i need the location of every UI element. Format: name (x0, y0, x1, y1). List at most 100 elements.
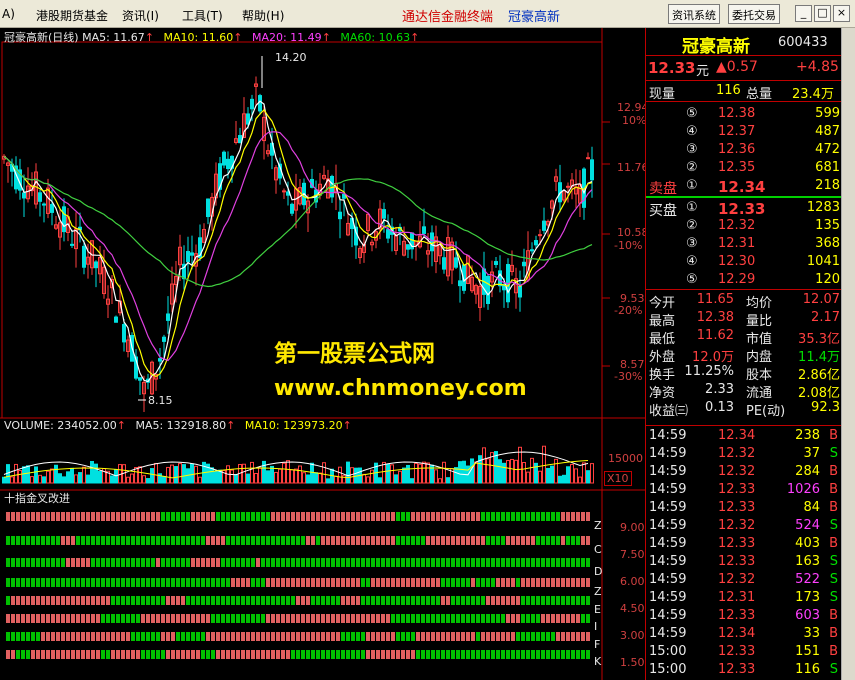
indicator-cell (416, 596, 420, 605)
volume-bar (14, 463, 18, 484)
indicator-cell (186, 596, 190, 605)
indicator-cell (476, 536, 480, 545)
indicator-cell (61, 512, 65, 521)
indicator-cell (296, 578, 300, 587)
indicator-cell (171, 558, 175, 567)
minimize-icon[interactable]: _ (795, 5, 812, 22)
indicator-cell (446, 558, 450, 567)
ask-level: ① (686, 178, 698, 193)
indicator-cell (131, 632, 135, 641)
candle-body (258, 95, 262, 112)
volume-bar (266, 470, 270, 484)
indicator-cell (291, 558, 295, 567)
volume-bar (198, 476, 202, 484)
indicator-cell (371, 632, 375, 641)
indicator-cell (326, 650, 330, 659)
indicator-cell (41, 578, 45, 587)
indicator-cell (506, 650, 510, 659)
indicator-cell (161, 614, 165, 623)
indicator-cell (361, 614, 365, 623)
candle-body (494, 261, 498, 265)
indicator-cell (116, 650, 120, 659)
ask-row: 卖盘 ① 12.34 218 (646, 178, 842, 197)
total-vol-label: 总量 (746, 87, 773, 102)
bid-volume: 368 (815, 236, 840, 251)
indicator-cell (386, 614, 390, 623)
indicator-cell (366, 558, 370, 567)
indicator-cell (286, 632, 290, 641)
indicator-cell (266, 536, 270, 545)
info-system-button[interactable]: 资讯系统 (668, 4, 720, 24)
indicator-cell (441, 596, 445, 605)
indicator-cell (511, 650, 515, 659)
indicator-cell (71, 512, 75, 521)
tick-side: S (829, 662, 838, 677)
indicator-cell (221, 536, 225, 545)
chart-area[interactable]: 冠豪高新(日线) MA5: 11.67↑ MA10: 11.60↑ MA20: … (0, 28, 649, 680)
indicator-cell (11, 536, 15, 545)
indicator-cell (441, 632, 445, 641)
indicator-cell (161, 512, 165, 521)
indicator-cell (446, 650, 450, 659)
indicator-cell (311, 578, 315, 587)
indicator-cell (331, 558, 335, 567)
tick-volume: 33 (803, 626, 820, 641)
indicator-cell (216, 578, 220, 587)
tick-time: 14:59 (649, 590, 687, 605)
tick-side: B (829, 428, 838, 443)
volume-bar (54, 464, 58, 484)
indicator-cell (511, 512, 515, 521)
volume-bar (2, 476, 6, 484)
indicator-cell (31, 632, 35, 641)
trade-button[interactable]: 委托交易 (728, 4, 780, 24)
tick-price: 12.32 (718, 464, 756, 479)
indicator-cell (486, 632, 490, 641)
indicator-cell (176, 578, 180, 587)
indicator-cell (116, 512, 120, 521)
volume-bar (446, 477, 450, 484)
indicator-cell (461, 596, 465, 605)
indicator-cell (206, 578, 210, 587)
volume-bar (210, 467, 214, 484)
tick-time: 14:59 (649, 536, 687, 551)
indicator-cell (21, 512, 25, 521)
indicator-cell (296, 614, 300, 623)
tick-volume: 84 (803, 500, 820, 515)
volume-bar (482, 447, 486, 484)
volume-bar (306, 474, 310, 484)
menu-info[interactable]: 资讯(I) (122, 7, 159, 24)
indicator-cell (46, 536, 50, 545)
volume-bar (246, 473, 250, 484)
indicator-cell (376, 578, 380, 587)
volume-bar (458, 461, 462, 484)
maximize-icon[interactable]: □ (814, 5, 831, 22)
menu-help[interactable]: 帮助(H) (242, 7, 284, 24)
vertical-scrollbar[interactable] (841, 28, 855, 680)
app-menu-icon[interactable]: A) (2, 7, 15, 21)
indicator-cell (251, 578, 255, 587)
indicator-cell (566, 558, 570, 567)
tick-price: 12.32 (718, 446, 756, 461)
indicator-cell (381, 614, 385, 623)
indicator-cell (486, 578, 490, 587)
bid-volume: 1041 (806, 254, 840, 269)
indicator-cell (151, 536, 155, 545)
indicator-cell (21, 536, 25, 545)
indicator-cell (46, 614, 50, 623)
indicator-cell (366, 596, 370, 605)
indicator-cell (521, 536, 525, 545)
indicator-cell (256, 536, 260, 545)
close-icon[interactable]: × (833, 5, 850, 22)
indicator-title: 十指金叉改进 (4, 492, 70, 505)
menu-tools[interactable]: 工具(T) (182, 7, 223, 24)
indicator-cell (71, 558, 75, 567)
indicator-cell (181, 650, 185, 659)
indicator-cell (231, 596, 235, 605)
indicator-cell (61, 578, 65, 587)
indicator-cell (446, 614, 450, 623)
volume-bar (350, 467, 354, 484)
indicator-cell (146, 512, 150, 521)
menu-hk-futures[interactable]: 港股期货基金 (36, 7, 108, 24)
volume-bar (250, 461, 254, 484)
indicator-cell (421, 558, 425, 567)
